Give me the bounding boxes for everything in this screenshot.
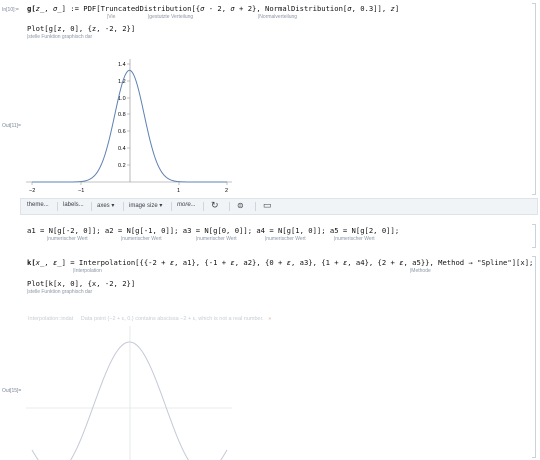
input-code-line-1[interactable]: g[z_, σ_] := PDF[TruncatedDistribution[{… <box>27 4 399 13</box>
shuffle-icon[interactable]: ⊜ <box>237 201 244 210</box>
y-ticks <box>127 63 130 166</box>
annotation-interpolation: |Interpolation <box>73 268 102 274</box>
output-label-15: Out[15]= <box>2 388 22 394</box>
annotation-method: |Methode <box>410 268 431 274</box>
y-tick-label: 0.2 <box>118 163 126 169</box>
annotation-truncated: |gestutzte Verteilung <box>148 14 194 20</box>
labels-button[interactable]: labels... <box>63 202 84 208</box>
more-button[interactable]: more... <box>177 202 196 208</box>
annotation-numeric: |numerischer Wert <box>265 236 306 242</box>
plot-toolbar: theme... labels... axes ▾ image size ▾ m… <box>20 198 538 215</box>
annotation-normal: |Normalverteilung <box>258 14 298 20</box>
comment-icon[interactable]: ▭ <box>263 200 272 211</box>
x-tick-label: 2 <box>225 188 228 194</box>
input-code-values[interactable]: a1 = N[g[-2, 0]]; a2 = N[g[-1, 0]]; a3 =… <box>27 226 399 235</box>
x-tick-label: −2 <box>29 188 35 194</box>
input-code-plot-2[interactable]: Plot[k[x, 0], {x, -2, 2}] <box>27 279 135 288</box>
annotation-plot: |stelle Funktion graphisch dar <box>27 34 93 40</box>
annotation-numeric: |numerischer Wert <box>47 236 88 242</box>
warning-head: Interpolation::indat <box>28 316 74 322</box>
x-tick-label: 1 <box>177 188 180 194</box>
annotation-plot: |stelle Funktion graphisch dar <box>27 289 93 295</box>
cell-bracket-3[interactable] <box>532 256 536 458</box>
y-tick-label: 0.6 <box>118 129 126 135</box>
input-code-line-2[interactable]: Plot[g[z, 0], {z, -2, 2}] <box>27 24 135 33</box>
plot-interpolation[interactable] <box>22 326 237 460</box>
annotation-numeric: |numerischer Wert <box>121 236 162 242</box>
input-code-interpolation[interactable]: k[x_, ε_] = Interpolation[{{-2 + ε, a1},… <box>27 258 533 267</box>
cell-bracket-1[interactable] <box>532 3 536 195</box>
y-tick-label: 0.8 <box>118 112 126 118</box>
input-label-10: In[10]:= <box>2 7 19 13</box>
y-tick-label: 1.4 <box>118 62 126 68</box>
output-label-11: Out[11]= <box>2 123 21 129</box>
image-size-dropdown[interactable]: image size ▾ <box>129 202 162 209</box>
chevron-down-icon: ▾ <box>111 203 115 209</box>
y-tick-label: 0.4 <box>118 146 126 152</box>
info-icon[interactable]: » <box>268 316 271 322</box>
axes-dropdown[interactable]: axes ▾ <box>97 202 114 209</box>
refresh-icon[interactable]: ↻ <box>211 200 219 211</box>
x-tick-label: −1 <box>78 188 84 194</box>
plot-gaussian[interactable]: 1.4 1.2 1.0 0.8 0.6 0.4 0.2 −2 −1 1 2 <box>22 55 237 195</box>
annotation-numeric: |numerischer Wert <box>196 236 237 242</box>
chevron-down-icon: ▾ <box>159 203 163 209</box>
annotation-vie: |Vie <box>107 14 116 20</box>
warning-message: Interpolation::indat Data point {−2 + ε,… <box>28 316 271 322</box>
theme-button[interactable]: theme... <box>27 202 49 208</box>
cell-bracket-2[interactable] <box>532 224 536 248</box>
warning-body: Data point {−2 + ε, 0.} contains absciss… <box>80 316 264 322</box>
annotation-numeric: |numerischer Wert <box>334 236 375 242</box>
spline-curve <box>31 341 228 460</box>
